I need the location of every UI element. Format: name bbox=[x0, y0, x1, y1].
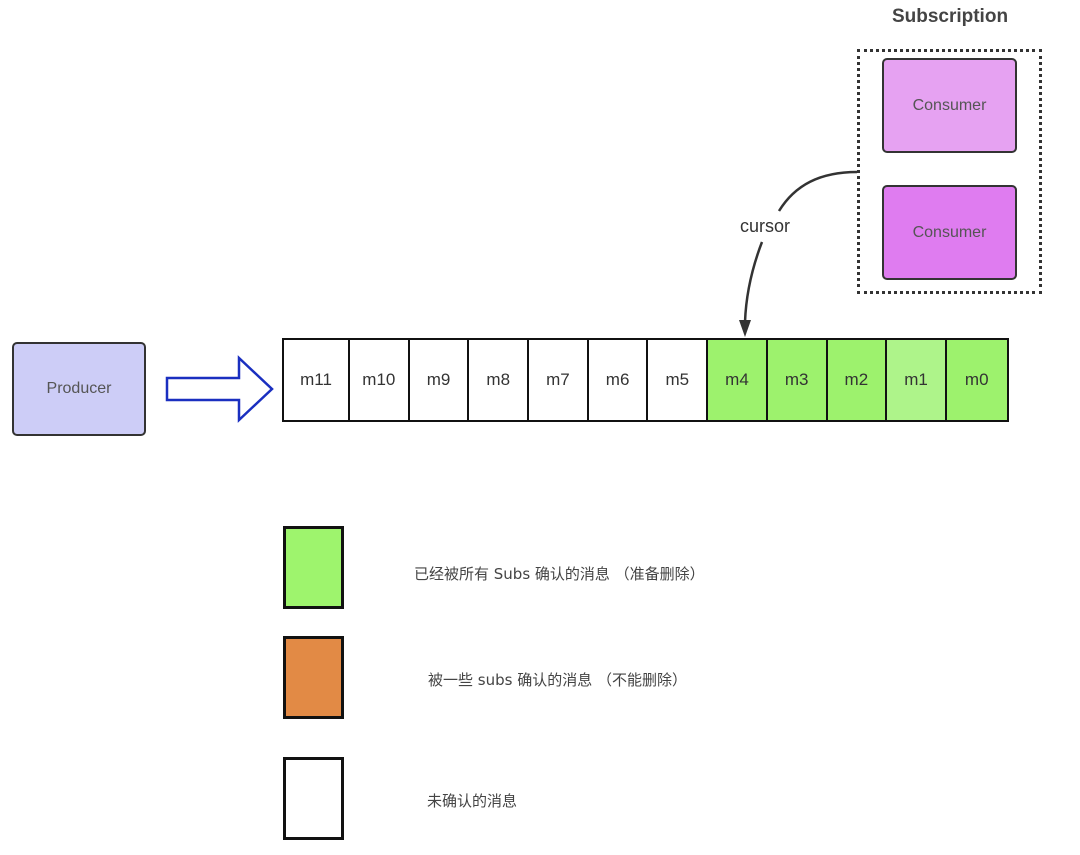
message-cell-m0[interactable]: m0 bbox=[946, 340, 1007, 420]
message-cell-m9[interactable]: m9 bbox=[409, 340, 470, 420]
legend-swatch-acked-some bbox=[283, 636, 344, 719]
message-cell-m3[interactable]: m3 bbox=[767, 340, 828, 420]
message-cell-m11[interactable]: m11 bbox=[284, 340, 350, 420]
legend-swatch-unacked bbox=[283, 757, 344, 840]
message-cell-m8[interactable]: m8 bbox=[469, 340, 530, 420]
message-cell-m7[interactable]: m7 bbox=[529, 340, 589, 420]
connectors-layer bbox=[165, 170, 858, 423]
legend-label-acked-some: 被一些 subs 确认的消息 （不能删除） bbox=[428, 671, 687, 689]
legend-label-acked-all: 已经被所有 Subs 确认的消息 （准备删除） bbox=[414, 565, 705, 583]
message-cell-m6[interactable]: m6 bbox=[588, 340, 649, 420]
cursor-label: cursor bbox=[740, 216, 791, 236]
legend-swatch-acked-all bbox=[283, 526, 344, 609]
message-cell-m2[interactable]: m2 bbox=[827, 340, 888, 420]
message-cell-m10[interactable]: m10 bbox=[350, 340, 410, 420]
message-cell-m5[interactable]: m5 bbox=[648, 340, 709, 420]
producer-to-queue-arrow bbox=[165, 355, 274, 423]
message-cell-m1[interactable]: m1 bbox=[887, 340, 947, 420]
legend-label-unacked: 未确认的消息 bbox=[427, 792, 518, 810]
message-queue: m11 m10 m9 m8 m7 m6 m5 m4 m3 m2 m1 m0 bbox=[282, 338, 1009, 422]
message-cell-m4[interactable]: m4 bbox=[708, 340, 768, 420]
cursor-arrowhead-icon bbox=[739, 320, 751, 337]
cursor-arrow-lower bbox=[743, 241, 764, 323]
cursor-arrow-upper bbox=[777, 170, 858, 212]
